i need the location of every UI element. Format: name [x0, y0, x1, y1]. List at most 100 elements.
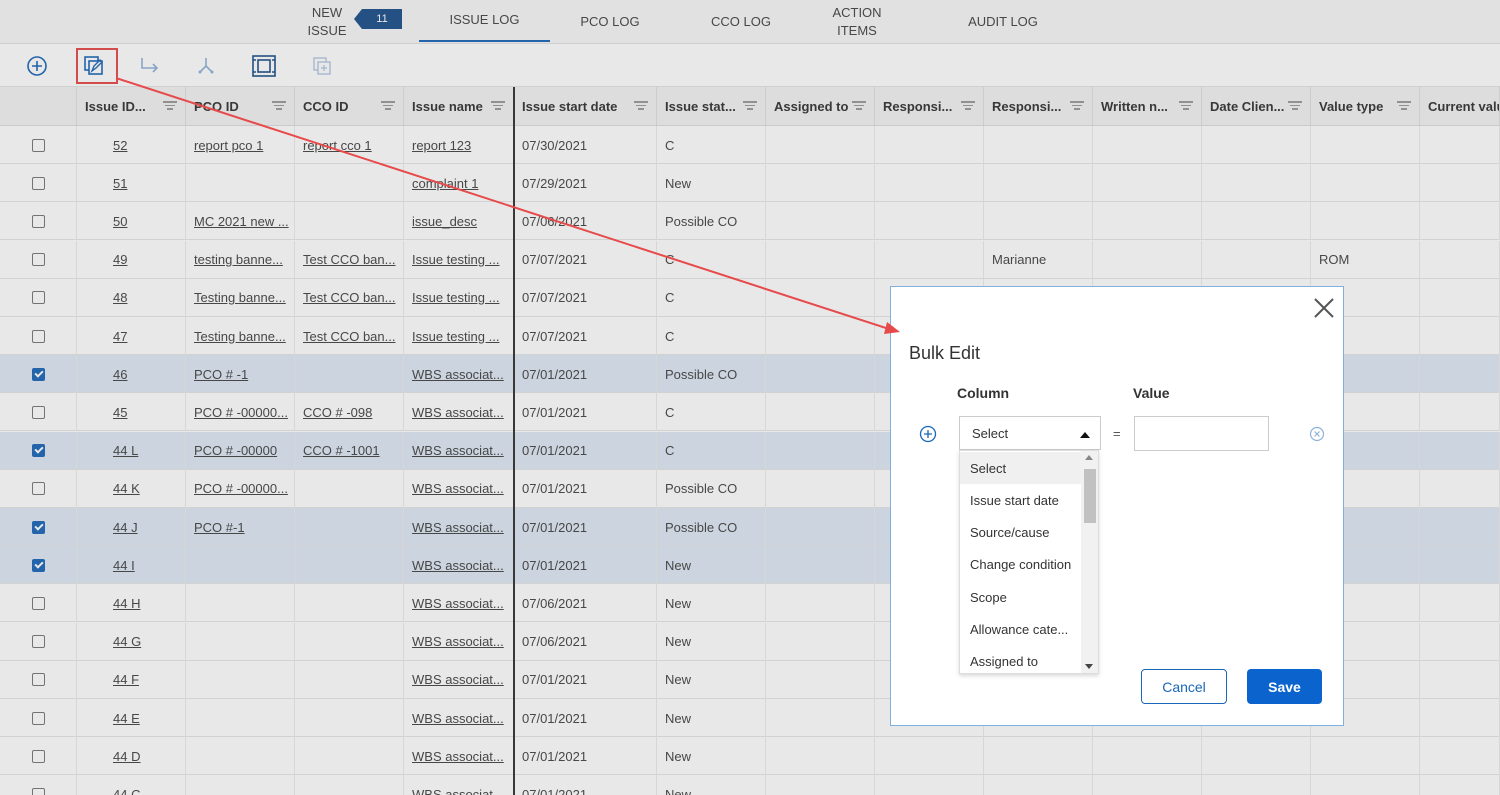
cell-id[interactable]: 44 J [77, 508, 186, 546]
cell-name[interactable]: Issue testing ... [404, 278, 514, 317]
cell-name-text[interactable]: complaint 1 [412, 176, 478, 191]
cell-cco[interactable] [295, 699, 404, 737]
cell-id-text[interactable]: 51 [113, 176, 127, 191]
cell-pco[interactable]: PCO # -00000... [186, 469, 295, 508]
filter-icon[interactable] [1070, 101, 1084, 111]
cell-name-text[interactable]: Issue testing ... [412, 252, 499, 267]
cell-cco[interactable]: Test CCO ban... [295, 240, 404, 279]
cell-name[interactable]: WBS associat... [404, 469, 514, 508]
cell-id-text[interactable]: 47 [113, 329, 127, 344]
row-checkbox[interactable] [32, 253, 45, 267]
filter-icon[interactable] [272, 101, 286, 111]
cell-id[interactable]: 52 [77, 126, 186, 164]
cell-cco[interactable] [295, 469, 404, 508]
tab-audit-log[interactable]: AUDIT LOG [958, 0, 1048, 44]
cell-pco-text[interactable]: PCO #-1 [194, 520, 245, 535]
cell-pco[interactable] [186, 622, 295, 661]
cell-cco[interactable]: Test CCO ban... [295, 278, 404, 317]
cell-cco-text[interactable]: Test CCO ban... [303, 329, 395, 344]
add-circle-icon[interactable] [23, 52, 51, 80]
cell-id[interactable]: 46 [77, 355, 186, 394]
value-input[interactable] [1134, 416, 1269, 451]
cell-name-text[interactable]: WBS associat... [412, 672, 504, 687]
duplicate-icon[interactable] [308, 52, 336, 80]
cell-pco[interactable] [186, 546, 295, 585]
table-row[interactable]: 44 D WBS associat... 07/01/2021 New [0, 737, 1500, 776]
table-row[interactable]: 49 testing banne... Test CCO ban... Issue t… [0, 240, 1500, 279]
filter-icon[interactable] [852, 101, 866, 111]
cell-pco[interactable] [186, 775, 295, 795]
save-button[interactable]: Save [1247, 669, 1322, 704]
column-select[interactable]: Select [959, 416, 1101, 450]
cell-name[interactable]: WBS associat... [404, 622, 514, 661]
cell-pco-text[interactable]: MC 2021 new ... [194, 214, 289, 229]
cell-name-text[interactable]: WBS associat... [412, 443, 504, 458]
cell-pco-text[interactable]: report pco 1 [194, 138, 263, 153]
table-row[interactable]: 50 MC 2021 new ... issue_desc 07/06/2021 Pos… [0, 202, 1500, 241]
cell-name[interactable]: Issue testing ... [404, 240, 514, 279]
tab-issue-log[interactable]: ISSUE LOG [419, 0, 550, 42]
dropdown-option[interactable]: Scope [960, 581, 1082, 613]
column-header[interactable]: Assigned to [766, 87, 875, 125]
cell-id[interactable]: 44 D [77, 737, 186, 776]
cell-id[interactable]: 49 [77, 240, 186, 279]
column-header[interactable]: CCO ID [295, 87, 404, 125]
cell-cco[interactable]: report cco 1 [295, 126, 404, 164]
row-checkbox[interactable] [32, 367, 45, 381]
filter-icon[interactable] [634, 101, 648, 111]
cell-cco[interactable]: CCO # -1001 [295, 431, 404, 470]
cell-name[interactable]: complaint 1 [404, 164, 514, 203]
cell-pco-text[interactable]: testing banne... [194, 252, 283, 267]
cell-id-text[interactable]: 52 [113, 138, 127, 153]
filter-icon[interactable] [1397, 101, 1411, 111]
cell-pco[interactable] [186, 164, 295, 203]
cell-pco[interactable]: PCO # -00000... [186, 393, 295, 432]
column-header[interactable]: Responsi... [984, 87, 1093, 125]
filter-icon[interactable] [743, 101, 757, 111]
filter-icon[interactable] [961, 101, 975, 111]
cell-name-text[interactable]: WBS associat... [412, 787, 504, 795]
cell-pco-text[interactable]: PCO # -00000... [194, 405, 288, 420]
dropdown-option[interactable]: Source/cause [960, 517, 1082, 549]
tab-cco-log[interactable]: CCO LOG [701, 0, 781, 44]
scroll-thumb[interactable] [1084, 469, 1096, 523]
row-checkbox[interactable] [32, 558, 45, 572]
row-checkbox[interactable] [32, 329, 45, 343]
filter-icon[interactable] [381, 101, 395, 111]
row-checkbox[interactable] [32, 749, 45, 763]
cell-id[interactable]: 48 [77, 278, 186, 317]
cell-pco[interactable]: PCO # -1 [186, 355, 295, 394]
cell-cco-text[interactable]: CCO # -1001 [303, 443, 380, 458]
table-row[interactable]: 44 C WBS associat... 07/01/2021 New [0, 775, 1500, 795]
cell-id-text[interactable]: 44 H [113, 596, 140, 611]
cell-name-text[interactable]: WBS associat... [412, 405, 504, 420]
cell-pco[interactable] [186, 699, 295, 737]
cell-id[interactable]: 44 L [77, 431, 186, 470]
cell-name[interactable]: WBS associat... [404, 584, 514, 623]
cell-id-text[interactable]: 44 F [113, 672, 139, 687]
dropdown-option[interactable]: Allowance cate... [960, 614, 1082, 646]
dropdown-scrollbar[interactable] [1081, 451, 1098, 673]
table-row[interactable]: 52 report pco 1 report cco 1 report 123 07/3… [0, 126, 1500, 164]
cell-name-text[interactable]: WBS associat... [412, 596, 504, 611]
cell-pco[interactable] [186, 660, 295, 699]
cell-cco-text[interactable]: Test CCO ban... [303, 290, 395, 305]
filter-icon[interactable] [1288, 101, 1302, 111]
column-header[interactable]: Issue stat... [657, 87, 766, 125]
column-header[interactable]: PCO ID [186, 87, 295, 125]
cell-name[interactable]: WBS associat... [404, 508, 514, 546]
column-header[interactable]: Value type [1311, 87, 1420, 125]
cell-name-text[interactable]: WBS associat... [412, 367, 504, 382]
column-header[interactable]: Date Clien... [1202, 87, 1311, 125]
column-header[interactable]: Issue name [404, 87, 514, 125]
cell-id-text[interactable]: 49 [113, 252, 127, 267]
cell-name[interactable]: WBS associat... [404, 431, 514, 470]
cell-cco-text[interactable]: Test CCO ban... [303, 252, 395, 267]
cell-cco[interactable] [295, 584, 404, 623]
row-checkbox[interactable] [32, 482, 45, 496]
cell-id[interactable]: 45 [77, 393, 186, 432]
cell-cco[interactable]: CCO # -098 [295, 393, 404, 432]
column-header[interactable]: Issue ID... [77, 87, 186, 125]
cell-name-text[interactable]: WBS associat... [412, 749, 504, 764]
cell-id-text[interactable]: 44 D [113, 749, 140, 764]
